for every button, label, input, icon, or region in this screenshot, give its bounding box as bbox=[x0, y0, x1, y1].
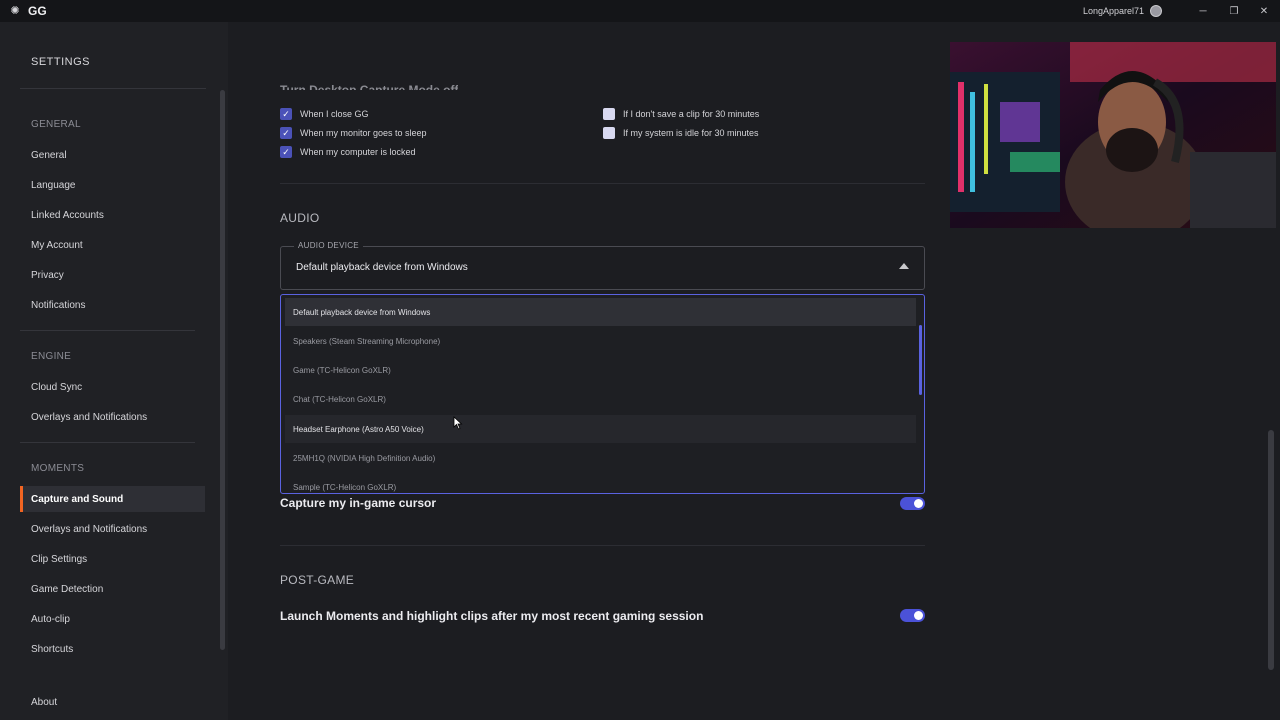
option-label: If my system is idle for 30 minutes bbox=[623, 128, 759, 138]
sidebar-item-game-detection[interactable]: Game Detection bbox=[20, 576, 205, 602]
dropdown-option[interactable]: Default playback device from Windows bbox=[285, 298, 916, 326]
option-close-gg[interactable]: ✓ When I close GG bbox=[280, 108, 369, 120]
divider bbox=[280, 183, 925, 184]
option-label: If I don't save a clip for 30 minutes bbox=[623, 109, 760, 119]
divider bbox=[20, 330, 195, 331]
sidebar-item-clip-settings[interactable]: Clip Settings bbox=[20, 546, 205, 572]
sidebar-item-privacy[interactable]: Privacy bbox=[20, 262, 205, 288]
option-label: When I close GG bbox=[300, 109, 369, 119]
option-label: When my computer is locked bbox=[300, 147, 416, 157]
dropdown-option[interactable]: Game (TC-Helicon GoXLR) bbox=[285, 356, 916, 384]
mouse-cursor-icon bbox=[453, 416, 463, 430]
checkbox-checked-icon[interactable]: ✓ bbox=[280, 146, 292, 158]
sidebar-item-cloud-sync[interactable]: Cloud Sync bbox=[20, 374, 205, 400]
username: LongApparel71 bbox=[1082, 6, 1144, 16]
dropdown-option[interactable]: 25MH1Q (NVIDIA High Definition Audio) bbox=[285, 444, 916, 472]
sidebar-item-linked-accounts[interactable]: Linked Accounts bbox=[20, 202, 205, 228]
sidebar-item-auto-clip[interactable]: Auto-clip bbox=[20, 606, 205, 632]
app-name: GG bbox=[28, 4, 47, 18]
checkbox-unchecked-icon[interactable] bbox=[603, 108, 615, 120]
capture-cursor-toggle[interactable] bbox=[900, 497, 925, 510]
sidebar-item-shortcuts[interactable]: Shortcuts bbox=[20, 636, 205, 662]
sidebar-item-about[interactable]: About bbox=[20, 689, 205, 715]
main-scrollbar[interactable] bbox=[1268, 430, 1274, 670]
audio-device-label: AUDIO DEVICE bbox=[294, 241, 363, 250]
sidebar-item-general[interactable]: General bbox=[20, 142, 205, 168]
dropdown-option[interactable]: Chat (TC-Helicon GoXLR) bbox=[285, 385, 916, 413]
post-game-heading: POST-GAME bbox=[280, 573, 355, 587]
option-computer-locked[interactable]: ✓ When my computer is locked bbox=[280, 146, 416, 158]
minimize-icon[interactable]: ─ bbox=[1188, 0, 1218, 22]
checkbox-unchecked-icon[interactable] bbox=[603, 127, 615, 139]
section-engine: ENGINE bbox=[31, 351, 72, 362]
capture-cursor-label: Capture my in-game cursor bbox=[280, 496, 437, 510]
section-general: GENERAL bbox=[31, 119, 81, 130]
desktop-capture-heading: Turn Desktop Capture Mode off bbox=[280, 83, 459, 90]
webcam-overlay bbox=[950, 42, 1276, 228]
audio-device-dropdown: Default playback device from Windows Spe… bbox=[280, 294, 925, 494]
option-idle-30[interactable]: If my system is idle for 30 minutes bbox=[603, 127, 759, 139]
settings-sidebar: SETTINGS GENERAL General Language Linked… bbox=[0, 22, 228, 720]
sidebar-title: SETTINGS bbox=[31, 56, 91, 68]
sidebar-item-moments-overlays[interactable]: Overlays and Notifications bbox=[20, 516, 205, 542]
audio-device-value[interactable]: Default playback device from Windows bbox=[296, 262, 468, 273]
sidebar-item-notifications[interactable]: Notifications bbox=[20, 292, 205, 318]
option-label: When my monitor goes to sleep bbox=[300, 128, 427, 138]
divider bbox=[280, 545, 925, 546]
steelseries-logo-icon: ✺ bbox=[10, 5, 20, 17]
audio-heading: AUDIO bbox=[280, 211, 320, 225]
divider bbox=[20, 442, 195, 443]
restore-icon[interactable]: ❐ bbox=[1219, 0, 1249, 22]
sidebar-item-engine-overlays[interactable]: Overlays and Notifications bbox=[20, 404, 205, 430]
post-game-toggle[interactable] bbox=[900, 609, 925, 622]
divider bbox=[20, 88, 206, 89]
sidebar-item-language[interactable]: Language bbox=[20, 172, 205, 198]
avatar[interactable] bbox=[1150, 5, 1162, 17]
webcam-feed-image bbox=[950, 42, 1276, 228]
option-no-clip-30[interactable]: If I don't save a clip for 30 minutes bbox=[603, 108, 759, 120]
dropdown-option[interactable]: Sample (TC-Helicon GoXLR) bbox=[285, 473, 916, 493]
option-monitor-sleep[interactable]: ✓ When my monitor goes to sleep bbox=[280, 127, 427, 139]
user-account[interactable]: LongApparel71 bbox=[1083, 0, 1162, 22]
sidebar-item-my-account[interactable]: My Account bbox=[20, 232, 205, 258]
post-game-label: Launch Moments and highlight clips after… bbox=[280, 609, 704, 623]
checkbox-checked-icon[interactable]: ✓ bbox=[280, 127, 292, 139]
dropdown-option[interactable]: Speakers (Steam Streaming Microphone) bbox=[285, 327, 916, 355]
sidebar-item-capture-and-sound[interactable]: Capture and Sound bbox=[20, 486, 205, 512]
close-icon[interactable]: ✕ bbox=[1249, 0, 1279, 22]
dropdown-option[interactable]: Headset Earphone (Astro A50 Voice) bbox=[285, 415, 916, 443]
chevron-up-icon[interactable] bbox=[899, 263, 909, 269]
section-moments: MOMENTS bbox=[31, 463, 85, 474]
title-bar: ✺ GG LongApparel71 ─ ❐ ✕ bbox=[0, 0, 1280, 22]
sidebar-scrollbar[interactable] bbox=[220, 90, 225, 650]
checkbox-checked-icon[interactable]: ✓ bbox=[280, 108, 292, 120]
dropdown-scrollbar[interactable] bbox=[919, 325, 922, 395]
